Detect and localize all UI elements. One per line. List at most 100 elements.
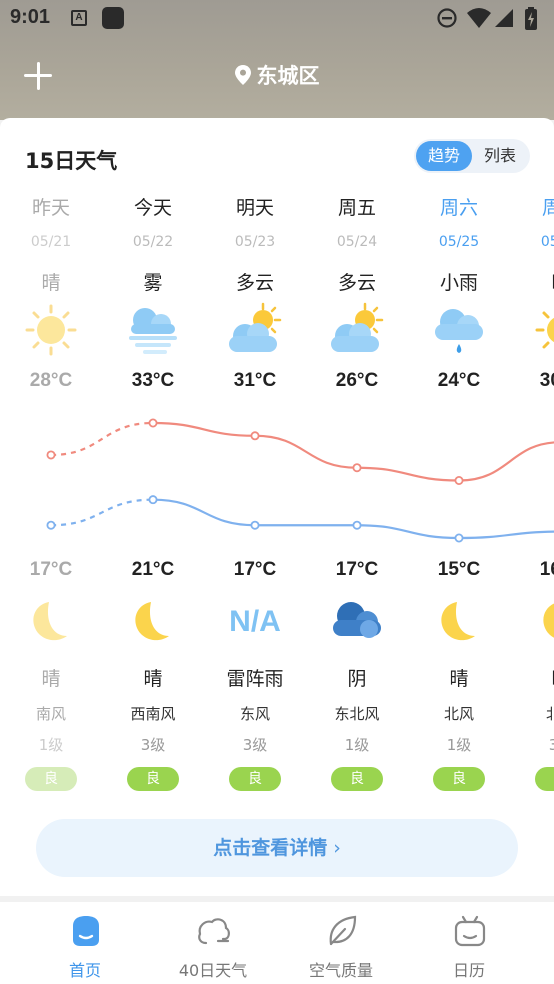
low-temp-point (250, 520, 260, 530)
bottom-tab-bar: 首页 40日天气 空气质量 日历 (0, 902, 554, 984)
low-temp: 16°C (539, 559, 554, 580)
location-pin-icon (234, 65, 251, 85)
tab-home[interactable]: 首页 (20, 902, 150, 984)
wind-direction: 西南风 (130, 705, 176, 723)
low-temp-past-line (50, 498, 154, 527)
day-label: 昨天 (31, 197, 70, 219)
tab-home-label: 首页 (68, 961, 101, 980)
dnd-icon (437, 8, 457, 28)
day-label: 周日 (541, 197, 554, 219)
moon-icon (429, 594, 489, 650)
low-temp: 21°C (131, 559, 175, 580)
low-temp: 17°C (335, 559, 379, 580)
tab-40day[interactable]: 40日天气 (148, 902, 278, 984)
wind-direction: 北风 (545, 705, 554, 723)
night-condition: 晴 (143, 668, 163, 690)
low-temp-point (46, 520, 56, 530)
high-temp-point (250, 431, 260, 441)
tab-calendar[interactable]: 日历 (404, 902, 534, 984)
battery-icon (525, 7, 537, 30)
wind-level: 1级 (344, 736, 370, 754)
day-condition: 多云 (337, 272, 376, 294)
partly-cloudy-icon (225, 302, 285, 358)
low-temp: 15°C (437, 559, 481, 580)
sun-icon (531, 302, 554, 358)
fog-icon (123, 302, 183, 358)
header: 东城区 (0, 38, 554, 114)
notification-app-icon (102, 7, 124, 29)
day-condition: 晴 (510, 268, 554, 295)
day-label: 周六 (439, 197, 478, 219)
aqi-badge: 良 (127, 767, 179, 791)
day-condition: 雾 (143, 272, 163, 294)
aqi-badge: 良 (229, 767, 281, 791)
moon-icon (21, 594, 81, 650)
wind-level: 1级 (38, 736, 64, 754)
day-label: 周五 (337, 197, 376, 219)
night-condition: 阴 (347, 668, 367, 690)
moon-icon (123, 594, 183, 650)
low-temp-point (454, 533, 464, 543)
status-icons (436, 7, 546, 31)
location-title[interactable]: 东城区 (0, 60, 554, 90)
low-temp: 17°C (29, 559, 73, 580)
night-condition: 晴 (449, 668, 469, 690)
notification-a-icon: A (71, 10, 87, 26)
aqi-badge: 良 (25, 767, 77, 791)
high-temp-line (152, 421, 554, 482)
home-icon (73, 916, 99, 946)
date-label: 05/23 (234, 234, 276, 250)
view-details-button[interactable]: 点击查看详情 › (36, 819, 518, 877)
date-label: 05/22 (132, 234, 174, 250)
view-details-label: 点击查看详情 (213, 837, 328, 859)
low-temp-line (152, 498, 554, 540)
temperature-trend-chart (46, 418, 554, 543)
tab-air-quality[interactable]: 空气质量 (276, 902, 406, 984)
day-condition: 小雨 (439, 272, 478, 294)
night-condition: 雷阵雨 (226, 668, 284, 690)
leaf-icon (329, 915, 357, 946)
forecast-card: 15日天气 趋势 列表 昨天 05/21 晴 28°C 17°C 晴南风 1级良今天 05/2… (0, 118, 554, 896)
day-label: 今天 (133, 197, 172, 219)
light-rain-icon (429, 302, 489, 358)
high-temp-point (148, 418, 158, 428)
date-label: 05/25 (438, 234, 480, 250)
high-temp-point (352, 463, 362, 473)
day-condition: 晴 (41, 272, 61, 294)
high-temp-point (454, 476, 464, 486)
day-condition: 多云 (235, 272, 274, 294)
wind-direction: 东北风 (334, 705, 380, 723)
location-name: 东城区 (256, 64, 320, 88)
cloud-40day-icon (198, 918, 230, 945)
wind-level: 3级 (140, 736, 166, 754)
sun-icon (21, 302, 81, 358)
night-condition: 晴 (41, 668, 61, 690)
aqi-badge: 良 (535, 767, 554, 791)
partly-cloudy-icon (327, 302, 387, 358)
moon-icon (531, 594, 554, 650)
wind-level: 3级 (242, 736, 268, 754)
night-condition: 晴 (510, 664, 554, 691)
wind-direction: 南风 (35, 705, 66, 723)
wind-direction: 北风 (443, 705, 474, 723)
status-time: 9:01 (10, 6, 51, 28)
calendar-icon (454, 915, 486, 947)
na-icon: N/A (229, 605, 281, 638)
wind-direction: 东风 (239, 705, 270, 723)
date-label: 05/24 (336, 234, 378, 250)
tab-calendar-label: 日历 (452, 961, 485, 980)
aqi-badge: 良 (433, 767, 485, 791)
tab-air-quality-label: 空气质量 (308, 961, 373, 980)
high-temp-point (46, 450, 56, 460)
chevron-right-icon: › (333, 837, 341, 859)
date-label: 05/21 (30, 234, 72, 250)
signal-icon (495, 9, 513, 27)
status-bar: 9:01 A (0, 0, 554, 38)
wind-level: 3级 (548, 736, 554, 754)
day-label: 明天 (235, 197, 274, 219)
date-label: 05/26 (540, 234, 554, 250)
overcast-icon (327, 594, 387, 650)
high-temp-past-line (50, 421, 154, 457)
low-temp-point (148, 495, 158, 505)
low-temp-point (352, 520, 362, 530)
